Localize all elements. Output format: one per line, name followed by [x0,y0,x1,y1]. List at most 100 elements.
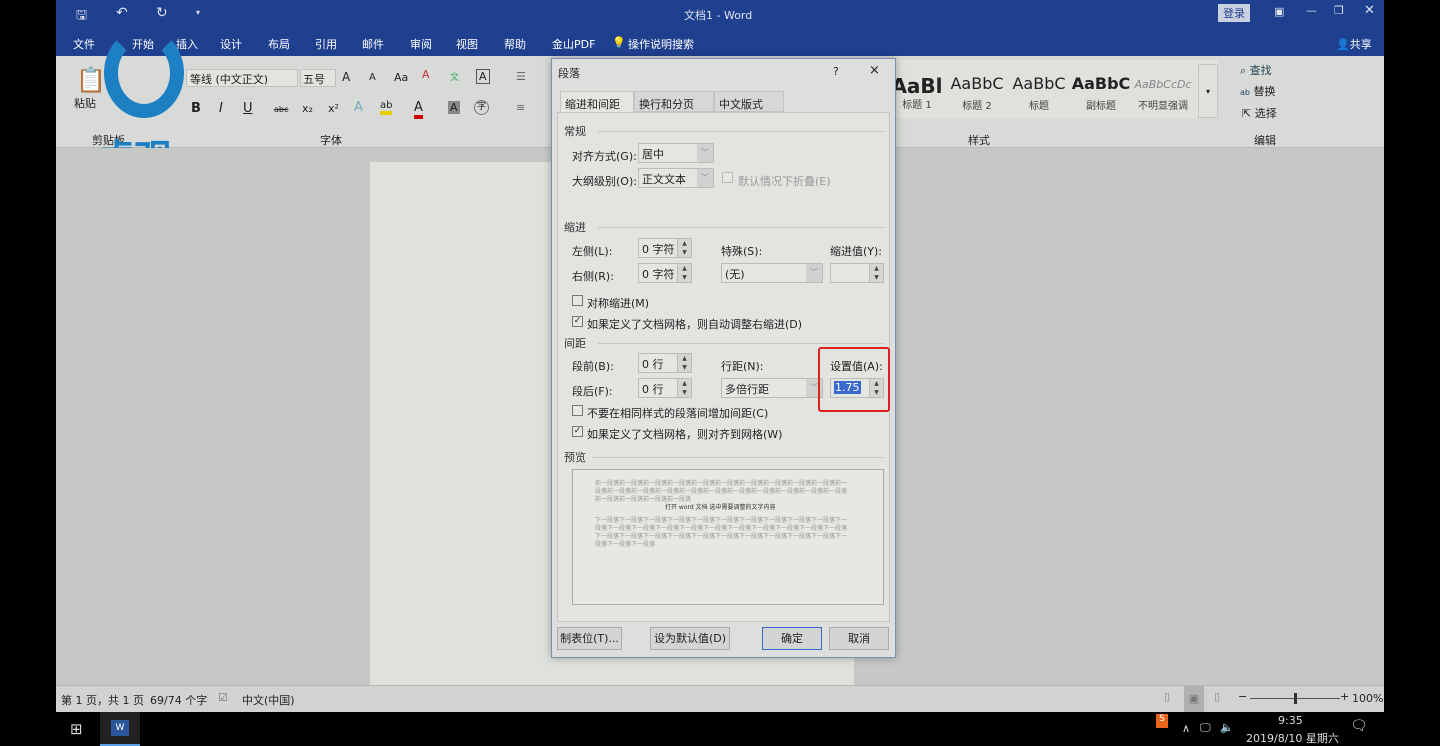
spinner-icon[interactable]: ▲ ▼ [677,264,691,282]
snap-to-grid-checkbox[interactable]: ✓ [572,426,583,437]
right-indent-input[interactable]: 0 字符 ▲ ▼ [638,263,692,283]
style-subtitle[interactable]: AaBbC 副标题 [1070,74,1132,112]
zoom-out-button[interactable]: − [1238,690,1247,703]
print-layout-icon[interactable]: ▣ [1184,686,1204,712]
ribbon-display-icon[interactable]: ▣ [1274,5,1284,18]
tab-file[interactable]: 文件 [73,36,95,52]
indent-by-input[interactable]: ▲ ▼ [830,263,884,283]
outline-level-select[interactable]: 正文文本 ﹀ [638,168,714,188]
dialog-close-button[interactable]: × [869,63,880,78]
special-select[interactable]: (无) ﹀ [721,263,823,283]
bullets-icon[interactable]: ☰ [516,70,526,83]
space-before-input[interactable]: 0 行 ▲ ▼ [638,353,692,373]
enclose-char-icon[interactable]: 字 [474,100,489,115]
styles-more-button[interactable]: ▾ [1198,64,1218,118]
clear-format-icon[interactable]: A [422,68,430,81]
network-icon[interactable]: 🖵 [1200,721,1211,735]
font-color-icon[interactable]: A [414,100,423,119]
subscript-icon[interactable]: x₂ [302,102,313,115]
undo-icon[interactable]: ↶ [116,5,128,21]
phonetic-icon[interactable]: 文 [450,70,459,83]
align-left-icon[interactable]: ≡ [516,101,525,114]
select-button[interactable]: ⇱ 选择 [1242,105,1277,121]
tab-kingsoft-pdf[interactable]: 金山PDF [552,36,595,52]
set-default-button[interactable]: 设为默认值(D) [650,627,730,650]
space-after-input[interactable]: 0 行 ▲ ▼ [638,378,692,398]
spinner-icon[interactable]: ▲ ▼ [677,239,691,257]
redo-icon[interactable]: ↻ [156,5,168,21]
ok-button[interactable]: 确定 [762,627,822,650]
highlight-icon[interactable]: ab [380,100,393,115]
login-button[interactable]: 登录 [1218,4,1250,22]
tab-help[interactable]: 帮助 [504,36,526,52]
proofing-icon[interactable]: ☑ [218,691,228,704]
mirror-indents-checkbox[interactable] [572,295,583,306]
clock-time[interactable]: 9:35 [1278,714,1303,727]
tab-indents-spacing[interactable]: 缩进和间距(I) [560,91,634,125]
volume-icon[interactable]: 🔈 [1220,721,1234,734]
page-count[interactable]: 第 1 页，共 1 页 [61,692,144,708]
alignment-select[interactable]: 居中 ﹀ [638,143,714,163]
word-count[interactable]: 69/74 个字 [150,692,207,708]
auto-right-indent-checkbox[interactable]: ✓ [572,316,583,327]
tab-view[interactable]: 视图 [456,36,478,52]
find-button[interactable]: ⌕ 查找 [1240,62,1272,78]
text-effects-icon[interactable]: A [354,100,363,115]
tray-expand-icon[interactable]: ∧ [1182,722,1190,735]
char-shading-icon[interactable]: A [448,101,460,114]
strikethrough-icon[interactable]: abc [274,105,288,114]
char-border-icon[interactable]: A [476,69,490,84]
help-button[interactable]: ? [833,65,839,78]
tab-asian-typography[interactable]: 中文版式(H) [714,91,784,125]
cancel-button[interactable]: 取消 [829,627,889,650]
close-icon[interactable]: ✕ [1364,3,1375,18]
replace-button[interactable]: ab 替换 [1240,83,1275,99]
zoom-level[interactable]: 100% [1352,692,1383,705]
space-after-label: 段后(F): [572,385,613,398]
superscript-icon[interactable]: x² [328,102,339,115]
word-taskbar-button[interactable]: W [100,712,140,746]
tab-mailings[interactable]: 邮件 [362,36,384,52]
tab-layout[interactable]: 布局 [268,36,290,52]
notification-icon[interactable]: 🗨 [1350,718,1368,734]
customize-qat-icon[interactable]: ▾ [196,8,200,17]
style-subtle-emphasis[interactable]: AaBbCcDc 不明显强调 [1132,74,1194,112]
no-space-same-style-checkbox[interactable] [572,405,583,416]
style-title[interactable]: AaBbC 标题 [1008,74,1070,112]
windows-start-icon[interactable]: ⊞ [70,720,83,738]
sogou-ime-icon[interactable]: S [1156,714,1168,728]
tab-line-page-breaks[interactable]: 换行和分页(P) [634,91,714,125]
language[interactable]: 中文(中国) [242,692,295,708]
web-layout-icon[interactable]: ▯ [1214,690,1220,703]
paste-label[interactable]: 粘贴 [74,95,96,111]
spinner-icon[interactable]: ▲ ▼ [677,379,691,397]
left-indent-input[interactable]: 0 字符 ▲ ▼ [638,238,692,258]
zoom-in-button[interactable]: + [1340,690,1349,703]
special-value: (无) [725,268,745,281]
zoom-slider[interactable] [1250,693,1340,704]
save-icon[interactable]: 🖫 [76,6,87,28]
spinner-icon[interactable]: ▲ ▼ [869,264,883,282]
minimize-icon[interactable]: — [1306,4,1317,17]
tab-references[interactable]: 引用 [315,36,337,52]
change-case-icon[interactable]: Aa [394,71,408,84]
tab-review[interactable]: 审阅 [410,36,432,52]
restore-icon[interactable]: ❐ [1334,4,1344,17]
share-button[interactable]: 👤共享 [1336,36,1372,52]
underline-icon[interactable]: U [243,101,253,116]
spinner-icon[interactable]: ▲ ▼ [677,354,691,372]
tab-design[interactable]: 设计 [220,36,242,52]
line-spacing-select[interactable]: 多倍行距 ﹀ [721,378,823,398]
clock-date[interactable]: 2019/8/10 星期六 [1246,730,1339,746]
italic-icon[interactable]: I [219,101,223,116]
read-mode-icon[interactable]: ▯ [1164,690,1170,703]
font-size-select[interactable]: 五号 [300,69,336,87]
collapse-checkbox[interactable] [722,172,733,183]
tell-me-search[interactable]: 操作说明搜索 [628,36,694,52]
font-name-select[interactable]: 等线 (中文正文) [186,69,298,87]
style-heading-2[interactable]: AaBbC 标题 2 [946,74,1008,112]
grow-font-icon[interactable]: A [342,70,350,84]
zoom-slider-thumb[interactable] [1294,693,1297,704]
tabs-button[interactable]: 制表位(T)... [557,627,622,650]
shrink-font-icon[interactable]: A [369,72,376,83]
